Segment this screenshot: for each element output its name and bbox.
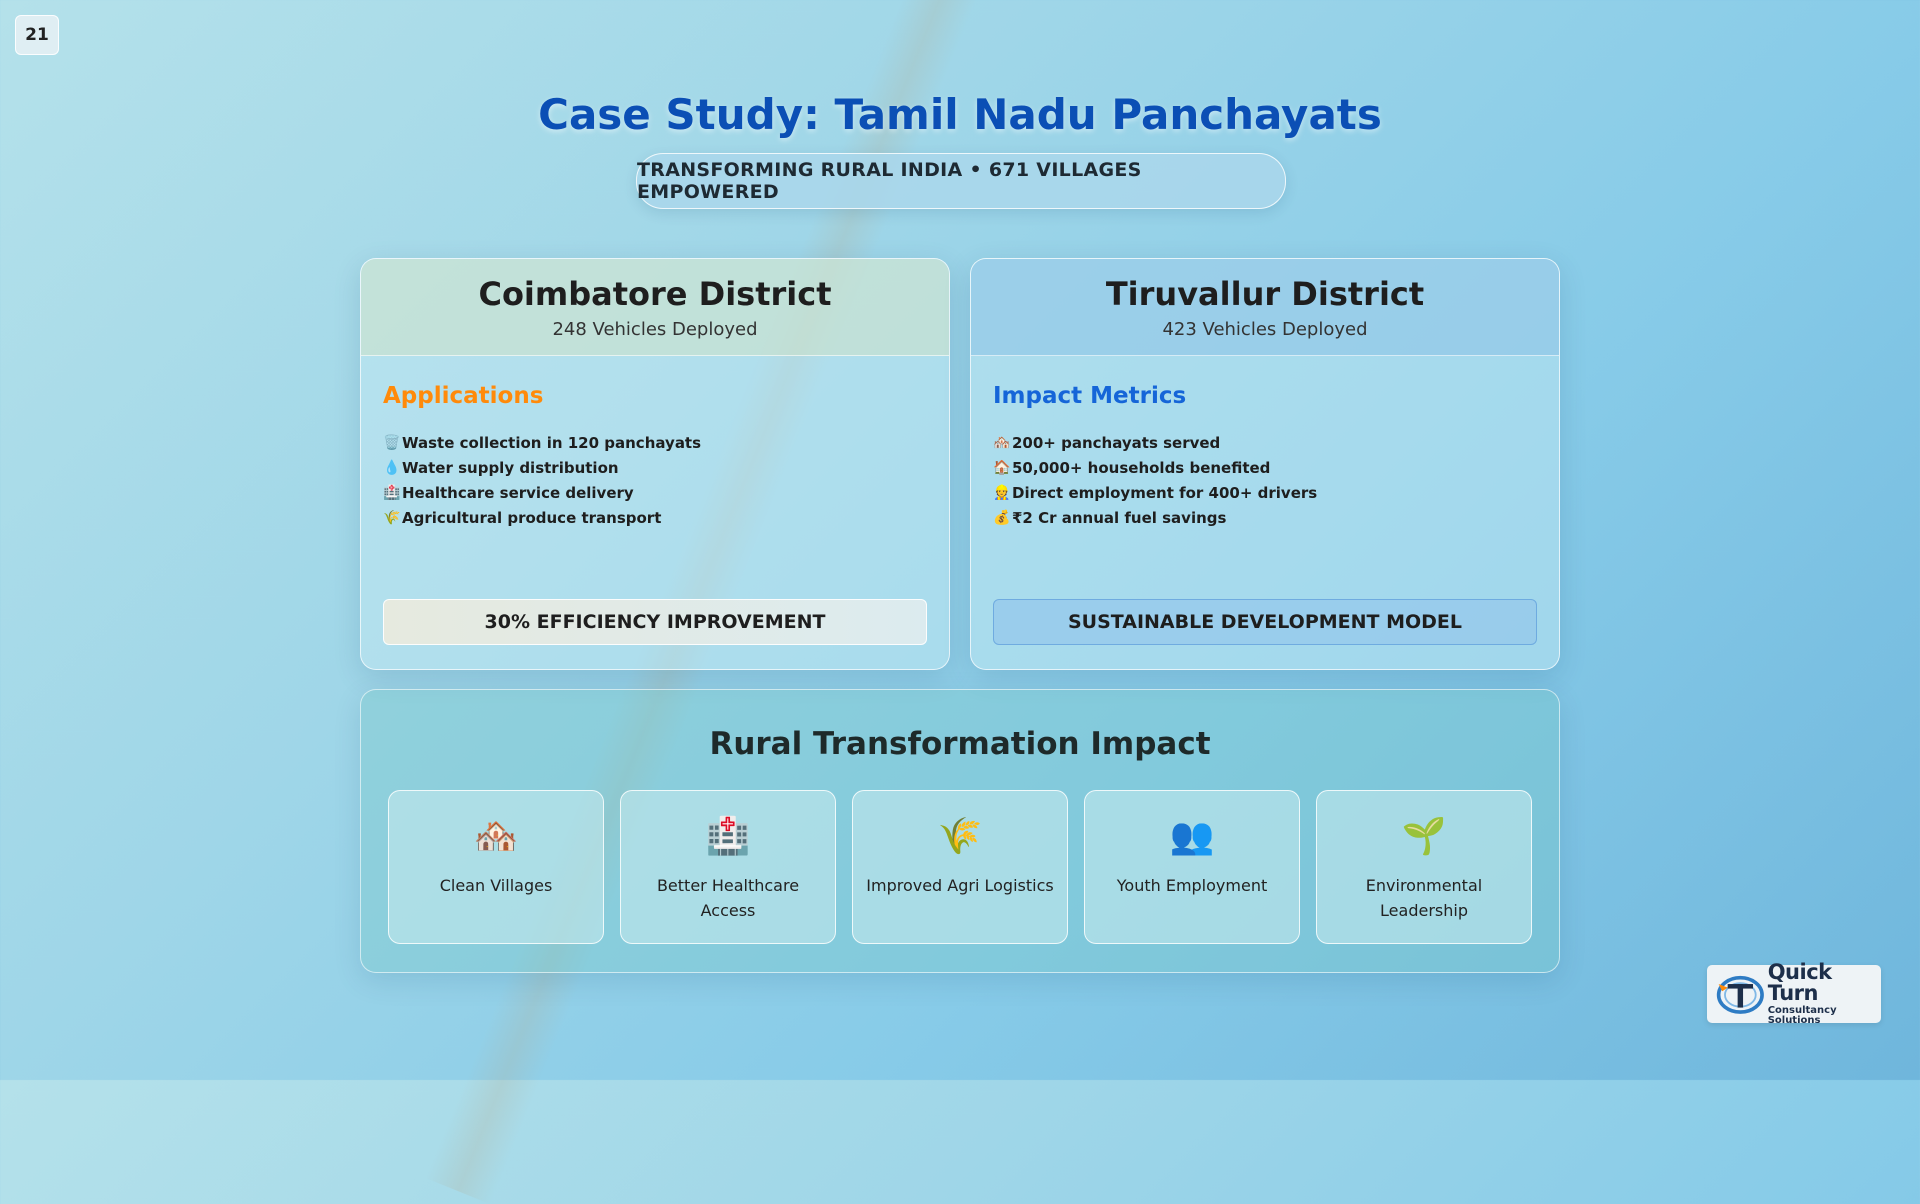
tile-label: Clean Villages bbox=[439, 876, 553, 895]
section-title: Impact Metrics bbox=[993, 383, 1187, 409]
card-header: Tiruvallur District 423 Vehicles Deploye… bbox=[971, 259, 1559, 356]
tile-label: Improved Agri Logistics bbox=[866, 876, 1054, 895]
list-item: 🏥 Healthcare service delivery bbox=[383, 481, 701, 506]
page-number: 21 bbox=[15, 15, 59, 55]
hospital-icon: 🏥 bbox=[705, 816, 751, 857]
impact-tile-youth-employment: 👥 Youth Employment bbox=[1084, 790, 1300, 944]
list-item: 🏠 50,000+ households benefited bbox=[993, 456, 1317, 481]
list-item-text: Agricultural produce transport bbox=[402, 509, 662, 527]
list-item: 💰 ₹2 Cr annual fuel savings bbox=[993, 506, 1317, 531]
rice-icon: 🌾 bbox=[937, 816, 983, 857]
list-item-text: Water supply distribution bbox=[402, 459, 619, 477]
quick-turn-logo: Quick Turn Consultancy Solutions bbox=[1707, 960, 1881, 1026]
list-item-text: 50,000+ households benefited bbox=[1012, 459, 1271, 477]
tile-label: Youth Employment bbox=[1116, 876, 1268, 895]
rural-impact-panel: Rural Transformation Impact 🏘️ Clean Vil… bbox=[360, 689, 1560, 973]
logo-emblem-icon bbox=[1716, 975, 1764, 1014]
list-item: 👷 Direct employment for 400+ drivers bbox=[993, 481, 1317, 506]
coimbatore-card: Coimbatore District 248 Vehicles Deploye… bbox=[360, 258, 950, 670]
list-item-text: Direct employment for 400+ drivers bbox=[1012, 484, 1318, 502]
card-title: Tiruvallur District bbox=[1105, 275, 1425, 313]
section-title: Applications bbox=[383, 383, 544, 409]
water-drop-icon: 💧 bbox=[383, 460, 401, 476]
tile-label: Environmental Leadership bbox=[1365, 876, 1483, 920]
tile-label: Better Healthcare Access bbox=[656, 876, 800, 920]
list-item: 🗑️ Waste collection in 120 panchayats bbox=[383, 431, 701, 456]
list-item-text: Waste collection in 120 panchayats bbox=[402, 434, 702, 452]
impact-metrics-list: 🏘️ 200+ panchayats served 🏠 50,000+ househ… bbox=[993, 431, 1317, 531]
list-item-text: 200+ panchayats served bbox=[1012, 434, 1221, 452]
sustainable-banner: SUSTAINABLE DEVELOPMENT MODEL bbox=[993, 599, 1537, 645]
house-icon: 🏠 bbox=[993, 460, 1011, 476]
rice-icon: 🌾 bbox=[383, 510, 401, 526]
logo-tagline: Consultancy Solutions bbox=[1767, 1005, 1837, 1026]
subtitle-badge: TRANSFORMING RURAL INDIA • 671 VILLAGES … bbox=[636, 153, 1286, 209]
page-title: Case Study: Tamil Nadu Panchayats bbox=[538, 90, 1382, 139]
village-icon: 🏘️ bbox=[473, 816, 519, 857]
list-item: 💧 Water supply distribution bbox=[383, 456, 701, 481]
efficiency-banner: 30% EFFICIENCY IMPROVEMENT bbox=[383, 599, 927, 645]
card-header: Coimbatore District 248 Vehicles Deploye… bbox=[361, 259, 949, 356]
impact-tile-clean-villages: 🏘️ Clean Villages bbox=[388, 790, 604, 944]
card-subtitle: 248 Vehicles Deployed bbox=[552, 319, 758, 340]
list-item: 🌾 Agricultural produce transport bbox=[383, 506, 701, 531]
tiruvallur-card: Tiruvallur District 423 Vehicles Deploye… bbox=[970, 258, 1560, 670]
impact-title: Rural Transformation Impact bbox=[709, 726, 1211, 762]
logo-name: Quick Turn bbox=[1767, 960, 1832, 1005]
worker-icon: 👷 bbox=[993, 485, 1011, 501]
hospital-icon: 🏥 bbox=[383, 485, 401, 501]
houses-icon: 🏘️ bbox=[993, 435, 1011, 451]
impact-tile-environmental: 🌱 Environmental Leadership bbox=[1316, 790, 1532, 944]
list-item: 🏘️ 200+ panchayats served bbox=[993, 431, 1317, 456]
trash-icon: 🗑️ bbox=[383, 435, 401, 451]
impact-tile-agri-logistics: 🌾 Improved Agri Logistics bbox=[852, 790, 1068, 944]
card-subtitle: 423 Vehicles Deployed bbox=[1162, 319, 1368, 340]
list-item-text: ₹2 Cr annual fuel savings bbox=[1012, 509, 1227, 527]
list-item-text: Healthcare service delivery bbox=[402, 484, 634, 502]
card-title: Coimbatore District bbox=[478, 275, 832, 313]
money-bag-icon: 💰 bbox=[993, 510, 1011, 526]
applications-list: 🗑️ Waste collection in 120 panchayats 💧 Wa… bbox=[383, 431, 701, 531]
people-icon: 👥 bbox=[1169, 816, 1215, 857]
seedling-icon: 🌱 bbox=[1401, 816, 1447, 857]
impact-tile-healthcare: 🏥 Better Healthcare Access bbox=[620, 790, 836, 944]
